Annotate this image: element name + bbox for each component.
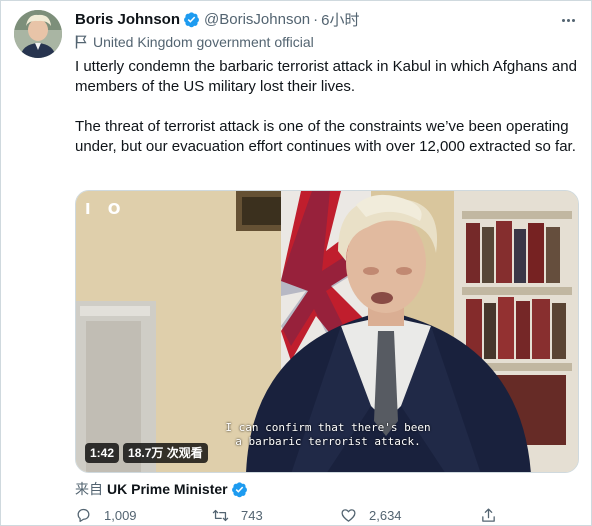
video-meta: 1:42 18.7万 次观看 xyxy=(85,443,208,463)
share-button[interactable] xyxy=(480,507,509,524)
reply-count: 1,009 xyxy=(104,508,137,523)
video-source: 来自 UK Prime Minister xyxy=(75,479,248,499)
retweet-count: 743 xyxy=(241,508,263,523)
verified-badge-icon xyxy=(231,481,247,497)
avatar[interactable] xyxy=(14,10,62,58)
tweet-card: Boris Johnson @BorisJohnson · 6小时 United… xyxy=(0,0,592,526)
share-icon xyxy=(482,508,495,522)
reply-button[interactable]: 1,009 xyxy=(75,507,137,524)
more-options-icon[interactable] xyxy=(559,11,577,29)
heart-icon xyxy=(341,509,356,522)
tweet-actions: 1,009 743 2,634 xyxy=(75,507,515,526)
timestamp[interactable]: 6小时 xyxy=(321,9,359,30)
tweet-paragraph: The threat of terrorist attack is one of… xyxy=(75,118,576,155)
video-views: 18.7万 次观看 xyxy=(123,443,208,463)
source-prefix: 来自 xyxy=(75,481,103,497)
source-account-link[interactable]: UK Prime Minister xyxy=(107,481,228,497)
verified-badge-icon xyxy=(184,11,199,27)
government-label: United Kingdom government official xyxy=(75,34,314,50)
author-name[interactable]: Boris Johnson xyxy=(75,11,180,28)
government-label-text: United Kingdom government official xyxy=(93,34,314,50)
author-handle[interactable]: @BorisJohnson xyxy=(204,11,310,28)
video-duration: 1:42 xyxy=(85,443,120,463)
reply-icon xyxy=(77,508,90,523)
like-button[interactable]: 2,634 xyxy=(340,507,402,524)
video-player[interactable]: I O I can confirm that there's been a ba… xyxy=(75,190,579,473)
avatar-photo xyxy=(14,10,62,58)
retweet-button[interactable]: 743 xyxy=(212,507,263,524)
channel-logo: I O xyxy=(85,200,127,218)
separator-dot: · xyxy=(313,10,319,28)
flag-icon xyxy=(75,35,87,49)
tweet-paragraph: I utterly condemn the barbaric terrorist… xyxy=(75,58,577,95)
tweet-text: I utterly condemn the barbaric terrorist… xyxy=(75,57,585,157)
retweet-icon xyxy=(212,509,229,522)
like-count: 2,634 xyxy=(369,508,402,523)
subtitle-line: I can confirm that there's been xyxy=(225,421,431,434)
